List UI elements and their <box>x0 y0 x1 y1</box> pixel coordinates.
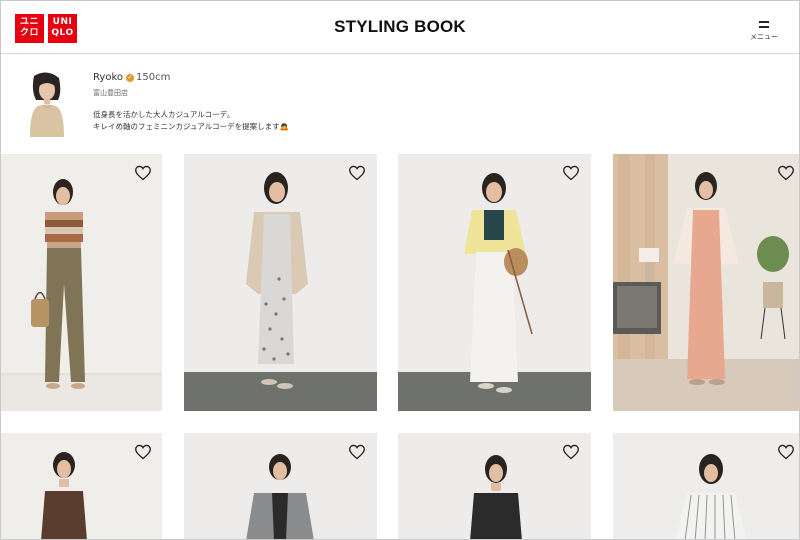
outfit-card[interactable] <box>398 433 591 539</box>
favorite-heart-icon[interactable] <box>348 444 366 460</box>
stylist-height: 150cm <box>136 72 171 83</box>
outfit-card[interactable] <box>184 433 377 539</box>
stylist-name[interactable]: Ryoko <box>93 72 123 83</box>
site-header: ユニ クロ UNI QLO STYLING BOOK メニュー <box>1 1 799 54</box>
stylist-store: 富山豊田店 <box>93 89 128 97</box>
favorite-heart-icon[interactable] <box>134 165 152 181</box>
outfit-card[interactable] <box>184 154 377 411</box>
menu-icon-bar <box>759 26 769 28</box>
menu-icon <box>759 21 769 23</box>
page-title: STYLING BOOK <box>334 17 466 36</box>
favorite-heart-icon[interactable] <box>348 165 366 181</box>
outfit-card[interactable] <box>1 433 162 539</box>
menu-label: メニュー <box>750 33 778 41</box>
outfit-card[interactable] <box>1 154 162 411</box>
stylist-description-line1: 低身長を活かした大人カジュアルコーデ。 <box>93 110 235 119</box>
favorite-heart-icon[interactable] <box>134 444 152 460</box>
favorite-heart-icon[interactable] <box>562 165 580 181</box>
stylist-name-row: Ryoko ✓ 150cm <box>93 72 170 83</box>
stylist-description-line2: キレイめ軸のフェミニンカジュアルコーデを提案します🙇 <box>93 122 289 131</box>
menu-button[interactable]: メニュー <box>749 19 779 43</box>
outfit-card[interactable] <box>398 154 591 411</box>
styling-book-page: ユニ クロ UNI QLO STYLING BOOK メニュー Ryoko ✓ … <box>0 0 800 540</box>
favorite-heart-icon[interactable] <box>777 165 795 181</box>
stylist-avatar[interactable] <box>24 70 70 137</box>
outfit-card[interactable] <box>613 154 799 411</box>
stylist-profile: Ryoko ✓ 150cm 富山豊田店 低身長を活かした大人カジュアルコーデ。 キレ… <box>1 55 799 153</box>
verified-badge-icon: ✓ <box>126 74 134 82</box>
favorite-heart-icon[interactable] <box>562 444 580 460</box>
outfit-card[interactable] <box>613 433 799 539</box>
favorite-heart-icon[interactable] <box>777 444 795 460</box>
